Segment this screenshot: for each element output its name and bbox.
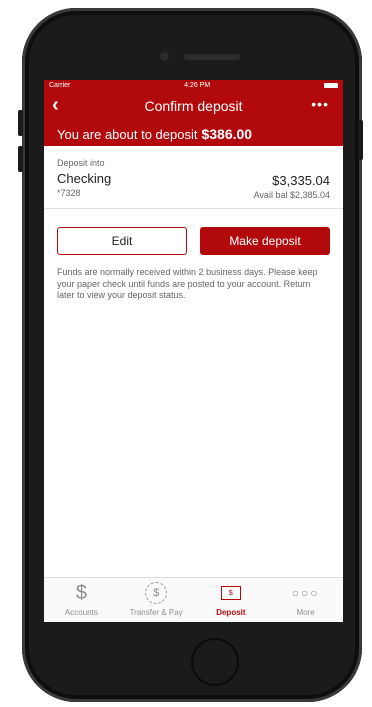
deposit-into-label: Deposit into (57, 158, 105, 168)
clock: 4:26 PM (184, 81, 211, 89)
status-bar: Carrier 4:26 PM (44, 80, 343, 90)
volume-down-button (18, 146, 23, 172)
tab-label: More (296, 608, 315, 617)
battery-indicator (324, 82, 338, 88)
tab-label: Deposit (216, 608, 246, 617)
nav-bar: ‹ Confirm deposit ••• (44, 90, 343, 122)
more-options-icon[interactable]: ••• (311, 96, 329, 112)
deposit-banner: You are about to deposit $386.00 (44, 122, 343, 146)
available-balance: Avail bal $2,385.04 (253, 190, 330, 200)
make-deposit-button[interactable]: Make deposit (200, 227, 330, 255)
page-title: Confirm deposit (144, 98, 243, 114)
tab-bar: $ Accounts $ Transfer & Pay $ Deposit ○○… (44, 577, 343, 622)
carrier-label: Carrier (49, 81, 71, 89)
tab-accounts[interactable]: $ Accounts (44, 578, 119, 622)
tab-transfer-pay[interactable]: $ Transfer & Pay (119, 578, 194, 622)
account-summary: Deposit into Checking *7328 $3,335.04 Av… (44, 146, 343, 209)
edit-button[interactable]: Edit (57, 227, 187, 255)
tab-label: Transfer & Pay (129, 608, 183, 617)
power-button (358, 120, 363, 160)
tab-more[interactable]: ○○○ More (268, 578, 343, 622)
deposit-check-icon: $ (220, 586, 241, 600)
deposit-amount: $386.00 (201, 126, 253, 142)
tab-label: Accounts (64, 608, 98, 617)
volume-up-button (18, 110, 23, 136)
banner-text: You are about to deposit (57, 126, 198, 142)
battery-icon (324, 82, 338, 88)
account-balance: $3,335.04 (272, 173, 330, 188)
action-buttons: Edit Make deposit (44, 227, 343, 255)
tab-deposit[interactable]: $ Deposit (194, 578, 269, 622)
chevron-left-icon[interactable]: ‹ (52, 94, 59, 117)
front-camera (160, 52, 169, 61)
more-icon: ○○○ (291, 586, 320, 600)
home-button[interactable] (191, 638, 239, 686)
dollar-icon: $ (75, 581, 87, 604)
transfer-icon: $ (145, 582, 168, 604)
speaker-grille (184, 54, 240, 60)
funds-notice: Funds are normally received within 2 bus… (57, 267, 318, 300)
app-screen: Carrier 4:26 PM ‹ Confirm deposit ••• Yo… (44, 80, 343, 622)
